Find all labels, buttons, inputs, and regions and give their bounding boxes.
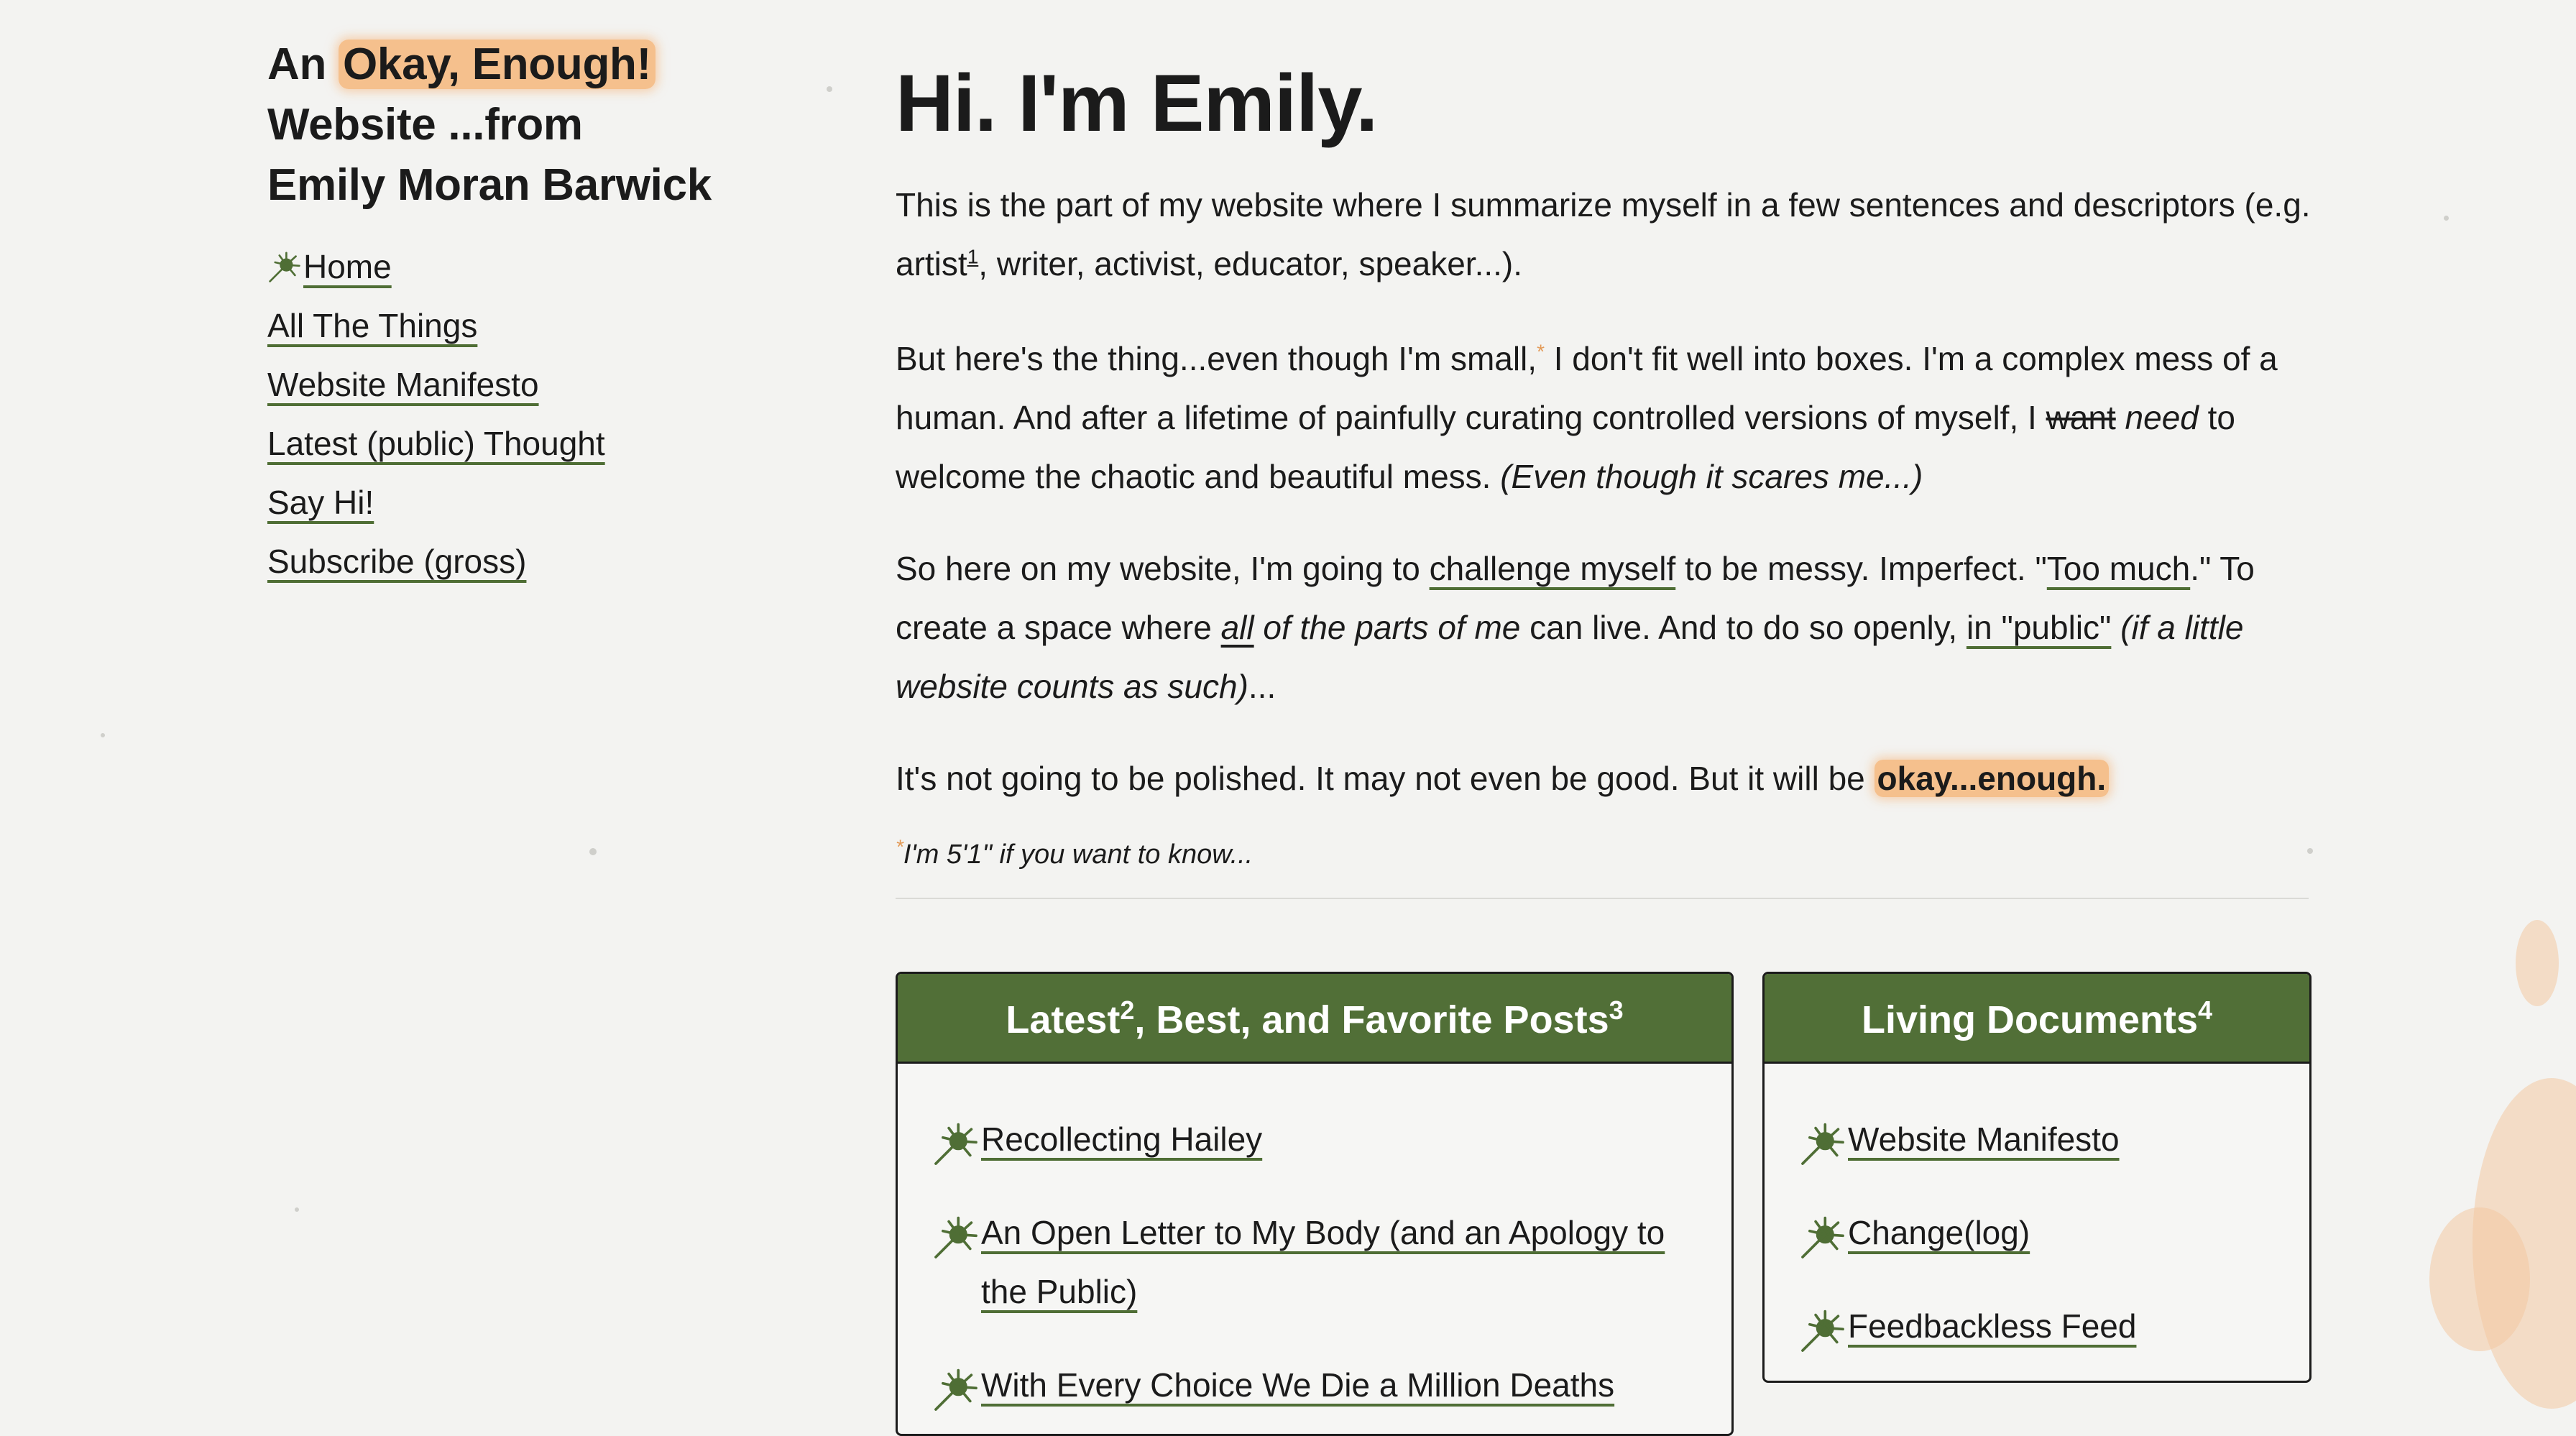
site-title-line2: Website ...from [267, 100, 583, 149]
nav-item-latest-thought: Latest (public) Thought [267, 414, 770, 473]
living-footnote-4[interactable]: 4 [2198, 995, 2212, 1025]
splat-icon [1801, 1123, 1844, 1165]
intro-text-b: , writer, activist, educator, speaker...… [978, 245, 1523, 282]
doc-link-website-manifesto[interactable]: Website Manifesto [1848, 1120, 2120, 1158]
latest-footnote-2[interactable]: 2 [1120, 995, 1134, 1025]
link-in-public[interactable]: in "public" [1966, 609, 2111, 646]
living-documents-header: Living Documents4 [1765, 974, 2309, 1064]
post-link-every-choice[interactable]: With Every Choice We Die a Million Death… [981, 1366, 1614, 1404]
latest-posts-box: Latest2, Best, and Favorite Posts3 Recol… [896, 972, 1734, 1436]
sidebar: An Okay, Enough! Website ...from Emily M… [267, 34, 770, 591]
messy-text-a: So here on my website, I'm going to [896, 550, 1430, 587]
emphasis-parts: of the parts of me [1254, 609, 1521, 646]
nav-item-subscribe: Subscribe (gross) [267, 532, 770, 591]
boxes-text-a: But here's the thing...even though I'm s… [896, 340, 1537, 377]
splat-icon [934, 1216, 978, 1258]
nav-link-latest-thought[interactable]: Latest (public) Thought [267, 424, 605, 463]
okay-text-a: It's not going to be polished. It may no… [896, 760, 1874, 797]
footnote-mark: * [896, 835, 903, 858]
nav-item-website-manifesto: Website Manifesto [267, 355, 770, 414]
latest-title-b: , Best, and Favorite Posts [1134, 998, 1609, 1041]
living-documents-box: Living Documents4 Website Manifesto Chan… [1762, 972, 2312, 1383]
post-link-recollecting-hailey[interactable]: Recollecting Hailey [981, 1120, 1262, 1158]
nav-link-all-the-things[interactable]: All The Things [267, 306, 477, 345]
nav-item-all-the-things: All The Things [267, 296, 770, 355]
divider [896, 898, 2309, 899]
latest-title-a: Latest [1006, 998, 1121, 1041]
splat-icon [1801, 1216, 1844, 1258]
doc-link-changelog[interactable]: Change(log) [1848, 1214, 2030, 1251]
boxes-paragraph: But here's the thing...even though I'm s… [896, 329, 2333, 506]
footnote-ref-star[interactable]: * [1537, 341, 1545, 363]
latest-posts-header: Latest2, Best, and Favorite Posts3 [898, 974, 1731, 1064]
latest-footnote-3[interactable]: 3 [1609, 995, 1624, 1025]
link-too-much[interactable]: Too much [2047, 550, 2190, 587]
nav-item-home: Home [267, 237, 770, 296]
footnote-ref-1[interactable]: 1 [967, 246, 979, 268]
list-item: With Every Choice We Die a Million Death… [932, 1356, 1703, 1414]
nav-link-subscribe[interactable]: Subscribe (gross) [267, 542, 526, 581]
messy-text-e [2111, 609, 2120, 646]
site-title[interactable]: An Okay, Enough! Website ...from Emily M… [267, 34, 770, 216]
list-item: Website Manifesto [1799, 1110, 2288, 1169]
post-link-open-letter[interactable]: An Open Letter to My Body (and an Apolog… [981, 1214, 1665, 1310]
main-nav: Home All The Things Website Manifesto La… [267, 237, 770, 591]
footnote: *I'm 5'1" if you want to know... [896, 837, 2333, 870]
nav-link-home[interactable]: Home [303, 247, 392, 286]
splat-icon [934, 1368, 978, 1411]
living-title: Living Documents [1861, 998, 2198, 1041]
living-documents-list: Website Manifesto Change(log) Feedbackle… [1765, 1064, 2309, 1356]
struck-word: want [2046, 399, 2116, 436]
messy-paragraph: So here on my website, I'm going to chal… [896, 539, 2333, 716]
nav-link-say-hi[interactable]: Say Hi! [267, 483, 374, 522]
nav-link-website-manifesto[interactable]: Website Manifesto [267, 365, 539, 404]
emphasis-all: all [1220, 609, 1254, 646]
splat-icon [269, 252, 300, 282]
list-item: An Open Letter to My Body (and an Apolog… [932, 1203, 1703, 1321]
list-item: Feedbackless Feed [1799, 1297, 2288, 1356]
okay-paragraph: It's not going to be polished. It may no… [896, 749, 2333, 808]
boxes-text-b2 [2116, 399, 2125, 436]
splat-icon [934, 1123, 978, 1165]
emphasis-scares: (Even though it scares me...) [1500, 458, 1923, 495]
footnote-text: I'm 5'1" if you want to know... [903, 839, 1254, 870]
messy-text-b: to be messy. Imperfect. " [1675, 550, 2047, 587]
site-title-prefix: An [267, 40, 339, 89]
list-item: Change(log) [1799, 1203, 2288, 1262]
latest-posts-list: Recollecting Hailey An Open Letter to My… [898, 1064, 1731, 1414]
page-heading: Hi. I'm Emily. [896, 58, 1378, 148]
doc-link-feedbackless-feed[interactable]: Feedbackless Feed [1848, 1307, 2136, 1345]
nav-item-say-hi: Say Hi! [267, 473, 770, 532]
splat-icon [1801, 1310, 1844, 1352]
site-title-highlight: Okay, Enough! [338, 40, 656, 89]
messy-text-d: can live. And to do so openly, [1520, 609, 1966, 646]
intro-paragraph: This is the part of my website where I s… [896, 175, 2333, 293]
link-challenge-myself[interactable]: challenge myself [1430, 550, 1676, 587]
emphasis-need: need [2125, 399, 2199, 436]
site-title-line3: Emily Moran Barwick [267, 160, 712, 210]
list-item: Recollecting Hailey [932, 1110, 1703, 1169]
okay-enough-highlight: okay...enough. [1874, 760, 2110, 797]
messy-text-f: ... [1248, 668, 1276, 705]
main-content: Hi. I'm Emily. This is the part of my we… [896, 46, 2333, 899]
